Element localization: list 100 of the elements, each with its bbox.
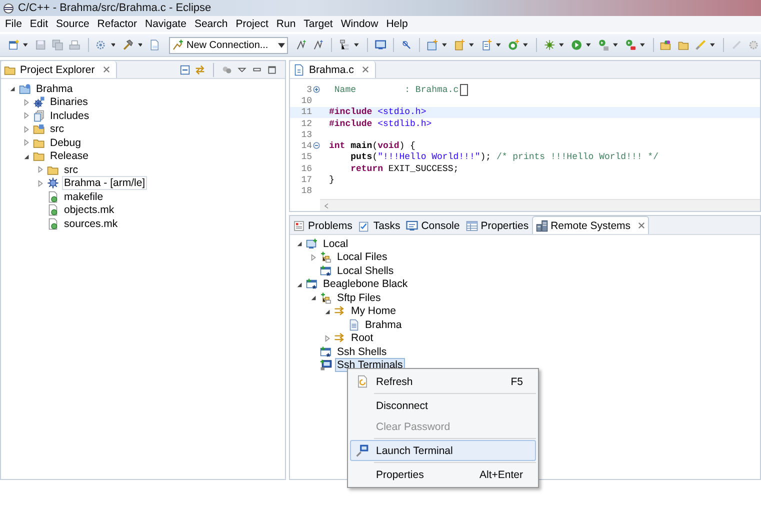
menu-item[interactable]: Refactor: [97, 18, 137, 30]
expanded-arrow-icon[interactable]: [23, 152, 30, 160]
line-number: 11: [300, 107, 312, 118]
tree-item[interactable]: Root: [349, 331, 376, 346]
menu-item[interactable]: Navigate: [144, 18, 186, 30]
menu-item[interactable]: Source: [56, 18, 90, 30]
caret-icon[interactable]: [442, 43, 447, 47]
file-icon: [47, 218, 59, 230]
tree-item[interactable]: Local Files: [335, 250, 390, 264]
caret-icon[interactable]: [496, 43, 501, 47]
expanded-arrow-icon[interactable]: [9, 85, 16, 92]
caret-icon[interactable]: [710, 43, 715, 47]
tree-item[interactable]: objects.mk: [62, 203, 116, 218]
caret-icon[interactable]: [354, 43, 360, 47]
tree-item[interactable]: Brahma - [arm/le]: [62, 176, 148, 190]
menu-item[interactable]: File: [5, 18, 22, 30]
view-tab[interactable]: Project Explorer: [1, 61, 117, 78]
menu-item[interactable]: Window: [340, 18, 378, 30]
link-icon[interactable]: [195, 64, 205, 74]
view-tab[interactable]: Console: [403, 217, 463, 234]
print-icon[interactable]: [69, 38, 81, 52]
menu-item[interactable]: Help: [386, 18, 408, 30]
close-icon[interactable]: [638, 222, 645, 229]
code-line: }: [329, 175, 334, 186]
tree-item[interactable]: Beaglebone Black: [321, 277, 410, 292]
tree-item[interactable]: Local Shells: [335, 264, 396, 278]
collapsed-arrow-icon[interactable]: [324, 334, 331, 342]
tree-item[interactable]: Sftp Files: [335, 290, 383, 305]
expanded-arrow-icon[interactable]: [324, 308, 331, 315]
tree-item[interactable]: Debug: [48, 136, 83, 150]
monitor-icon[interactable]: [374, 38, 386, 52]
refresh-icon: [356, 375, 368, 388]
hammer-icon[interactable]: [122, 38, 134, 52]
menu-item[interactable]: Project: [236, 18, 268, 30]
tree-item[interactable]: src: [62, 162, 80, 177]
view-tab[interactable]: Problems: [290, 217, 356, 234]
file-tree-icon: [320, 251, 332, 264]
monitor-icon: [406, 220, 418, 232]
table-icon: [466, 220, 478, 232]
view-tab[interactable]: Properties: [462, 217, 532, 234]
collapsed-arrow-icon[interactable]: [23, 139, 30, 146]
collapsed-arrow-icon[interactable]: [310, 254, 317, 261]
tree-item[interactable]: Local: [321, 236, 350, 251]
menu-item[interactable]: Run: [276, 18, 296, 30]
caret-icon[interactable]: [469, 43, 474, 47]
filter-icon[interactable]: [222, 64, 232, 74]
collapsed-arrow-icon[interactable]: [23, 98, 30, 106]
scrollbar[interactable]: [320, 199, 760, 211]
expand-fold-icon[interactable]: [313, 86, 320, 93]
menu-item[interactable]: Target: [304, 18, 333, 30]
connection-combo[interactable]: New Connection...: [168, 36, 288, 54]
tree-item[interactable]: Includes: [48, 108, 92, 123]
tree-item[interactable]: Release: [48, 149, 91, 164]
caret-icon[interactable]: [110, 43, 116, 47]
expanded-arrow-icon[interactable]: [296, 280, 303, 288]
tree-item[interactable]: Brahma: [363, 318, 404, 332]
collapsed-arrow-icon[interactable]: [37, 180, 44, 187]
caret-icon[interactable]: [558, 43, 564, 47]
menu-item[interactable]: Launch Terminal: [350, 440, 536, 461]
caret-icon[interactable]: [612, 43, 618, 47]
caret-icon[interactable]: [523, 43, 528, 47]
collapsed-arrow-icon[interactable]: [23, 126, 30, 133]
new-folder-icon[interactable]: [426, 38, 438, 52]
collapse-all-icon[interactable]: [180, 64, 190, 74]
menu-item[interactable]: Edit: [30, 18, 48, 30]
caret-icon[interactable]: [23, 43, 28, 47]
run-config-icon[interactable]: [598, 38, 609, 52]
menu-item[interactable]: Refresh F5: [350, 371, 536, 392]
dropdown-icon[interactable]: [278, 42, 285, 48]
new-file-icon[interactable]: [480, 38, 492, 52]
view-tab[interactable]: Tasks: [355, 217, 404, 234]
document-icon[interactable]: [149, 38, 160, 52]
folder-icon[interactable]: [660, 38, 672, 52]
caret-icon[interactable]: [640, 43, 645, 47]
collapsed-arrow-icon[interactable]: [37, 166, 44, 174]
scroll-left-icon[interactable]: [324, 202, 329, 208]
tree-item[interactable]: Binaries: [48, 95, 90, 110]
tree-item[interactable]: Brahma: [34, 82, 75, 96]
hierarchy-icon[interactable]: [339, 38, 350, 52]
expanded-arrow-icon[interactable]: [296, 240, 303, 248]
caret-icon[interactable]: [586, 43, 591, 47]
close-icon[interactable]: [102, 66, 110, 73]
close-icon[interactable]: [362, 66, 369, 73]
tree-item[interactable]: Ssh Shells: [335, 344, 389, 359]
view-tab[interactable]: Remote Systems: [532, 216, 649, 234]
new-icon[interactable]: [8, 38, 20, 52]
tree-item[interactable]: makefile: [62, 190, 106, 204]
menu-item[interactable]: Disconnect: [350, 395, 536, 416]
menu-item[interactable]: Search: [194, 18, 228, 30]
collapsed-arrow-icon[interactable]: [23, 112, 30, 120]
tree-item[interactable]: src: [48, 122, 66, 136]
collapse-fold-icon[interactable]: [313, 142, 320, 150]
editor-tab[interactable]: Brahma.c: [290, 61, 376, 78]
tree-item[interactable]: sources.mk: [62, 216, 120, 231]
run-config-icon[interactable]: [624, 38, 636, 52]
caret-icon[interactable]: [138, 43, 142, 47]
menu-item[interactable]: Properties Alt+Enter: [350, 464, 536, 485]
maximize-icon[interactable]: [267, 64, 277, 74]
tree-item[interactable]: My Home: [349, 304, 398, 318]
expanded-arrow-icon[interactable]: [310, 294, 317, 302]
